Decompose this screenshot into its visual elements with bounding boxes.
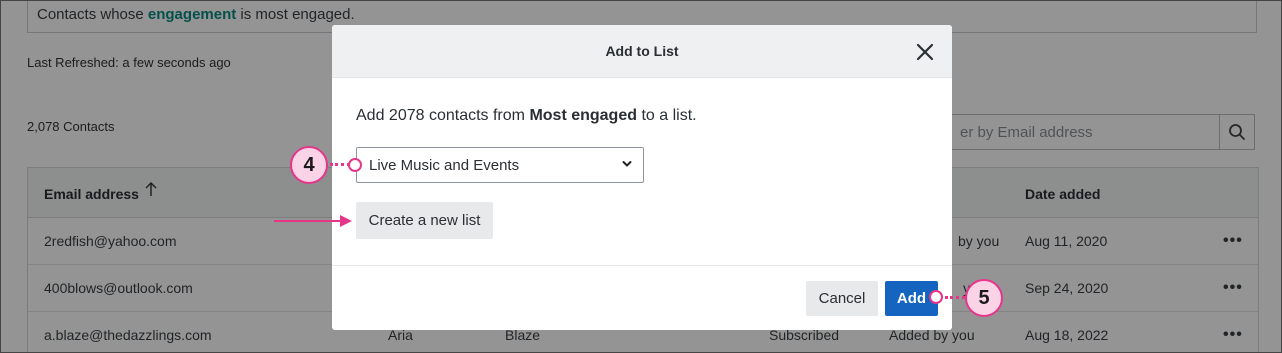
step-4-badge: 4 [290, 146, 328, 184]
pointer-arrow-icon [340, 215, 352, 227]
desc-segment: Most engaged [529, 107, 637, 124]
cancel-button[interactable]: Cancel [806, 281, 878, 316]
list-select[interactable]: Live Music and Events [356, 147, 644, 183]
step-5-badge: 5 [965, 279, 1003, 317]
desc-suffix: to a list. [637, 107, 697, 124]
dialog-title: Add to List [605, 43, 679, 59]
step-4-connector [330, 163, 350, 166]
create-new-list-button[interactable]: Create a new list [356, 202, 493, 239]
dialog-description: Add 2078 contacts from Most engaged to a… [356, 107, 697, 125]
step-5-connector [945, 296, 965, 299]
pointer-arrow-line [274, 220, 342, 222]
close-icon[interactable] [915, 42, 935, 62]
desc-prefix: Add 2078 contacts from [356, 107, 530, 124]
dialog-footer: Cancel Add [332, 265, 952, 330]
list-select-value: Live Music and Events [369, 157, 520, 174]
dialog-header: Add to List [332, 25, 952, 78]
chevron-down-icon [622, 161, 632, 167]
add-to-list-dialog: Add to List Add 2078 contacts from Most … [332, 25, 952, 330]
step-4-target-ring [348, 158, 362, 172]
step-5-target-ring [929, 290, 943, 304]
